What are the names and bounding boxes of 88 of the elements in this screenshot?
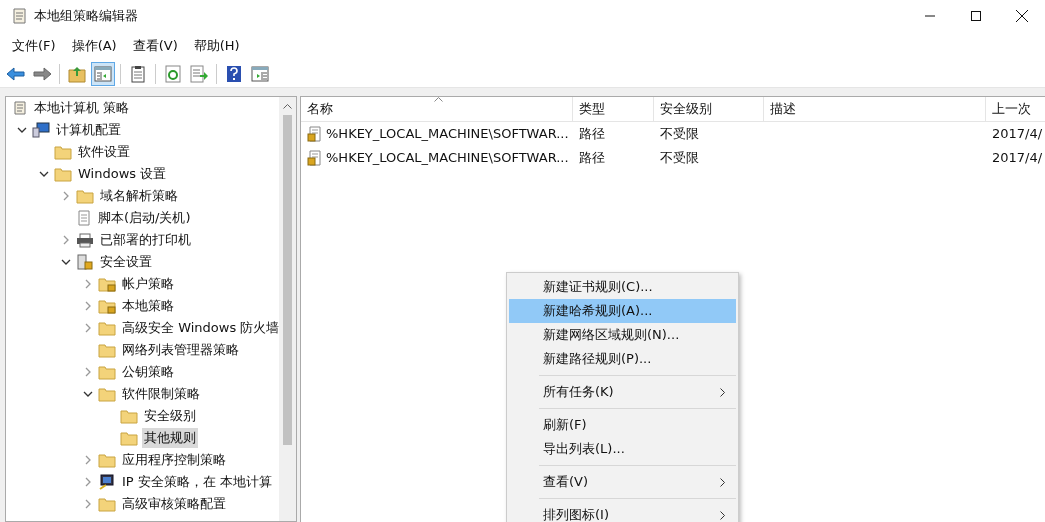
tree-item[interactable]: 帐户策略: [120, 274, 176, 294]
tree-item[interactable]: 高级审核策略配置: [120, 494, 228, 514]
folder-icon: [98, 320, 116, 336]
tree-item[interactable]: 本地计算机 策略: [32, 98, 132, 118]
folder-icon: [120, 430, 138, 446]
table-cell[interactable]: %HKEY_LOCAL_MACHINE\SOFTWAR...: [326, 124, 569, 144]
tree-item[interactable]: 软件限制策略: [120, 384, 202, 404]
column-header[interactable]: 名称: [301, 97, 573, 121]
menu-item[interactable]: 新建哈希规则(A)...: [509, 299, 736, 323]
tree-item[interactable]: 安全设置: [98, 252, 154, 272]
folder-icon: [54, 144, 72, 160]
menu-item[interactable]: 新建证书规则(C)...: [509, 275, 736, 299]
table-cell-text: 2017/4/: [991, 149, 1044, 168]
maximize-icon: [971, 11, 981, 21]
menu-item[interactable]: 查看(V): [509, 470, 736, 494]
menu-item[interactable]: 所有任务(K): [509, 380, 736, 404]
collapsed-chevron-icon[interactable]: [83, 279, 93, 289]
document-lock-icon: [307, 150, 323, 166]
menu-item[interactable]: 操作(A): [63, 36, 125, 56]
collapsed-chevron-icon[interactable]: [83, 455, 93, 465]
menu-item[interactable]: 帮助(H): [185, 36, 248, 56]
tree-item[interactable]: Windows 设置: [76, 164, 169, 184]
scroll-up-icon[interactable]: [283, 103, 292, 109]
menu-item[interactable]: 文件(F): [4, 36, 64, 56]
scroll-icon: [12, 100, 28, 116]
printer-icon: [76, 232, 94, 248]
tree-item[interactable]: 应用程序控制策略: [120, 450, 228, 470]
tree-item[interactable]: 计算机配置: [54, 120, 123, 140]
computer-key-icon: [98, 474, 116, 490]
expanded-chevron-icon[interactable]: [39, 169, 49, 179]
tree-item[interactable]: 本地策略: [120, 296, 176, 316]
column-header[interactable]: 上一次: [986, 97, 1045, 121]
tree-item[interactable]: 网络列表管理器策略: [120, 340, 241, 360]
collapsed-chevron-icon[interactable]: [83, 301, 93, 311]
table-cell-text: 不受限: [659, 149, 700, 168]
menu-item[interactable]: 刷新(F): [509, 413, 736, 437]
tree-item[interactable]: 软件设置: [76, 142, 132, 162]
expanded-chevron-icon[interactable]: [17, 125, 27, 135]
folder-icon: [98, 386, 116, 402]
computer-icon: [32, 122, 50, 138]
table-cell-text: 不受限: [659, 125, 700, 144]
expanded-chevron-icon[interactable]: [61, 257, 71, 267]
tree-item[interactable]: 安全级别: [142, 406, 198, 426]
submenu-chevron-icon: [720, 387, 726, 397]
collapsed-chevron-icon[interactable]: [83, 367, 93, 377]
table-cell[interactable]: %HKEY_LOCAL_MACHINE\SOFTWAR...: [326, 148, 569, 168]
collapsed-chevron-icon[interactable]: [83, 477, 93, 487]
collapsed-chevron-icon[interactable]: [61, 191, 71, 201]
submenu-chevron-icon: [720, 477, 726, 487]
tree-item[interactable]: 其他规则: [142, 428, 198, 448]
menu-item[interactable]: 新建路径规则(P)...: [509, 347, 736, 371]
table-cell-text: 路径: [578, 149, 606, 168]
window-title: 本地组策略编辑器: [34, 7, 138, 26]
locked-folder-icon: [98, 298, 116, 314]
scrollbar[interactable]: [279, 97, 296, 521]
tree-item[interactable]: IP 安全策略，在 本地计算: [120, 472, 274, 492]
expanded-chevron-icon[interactable]: [83, 389, 93, 399]
tree-item[interactable]: 公钥策略: [120, 362, 176, 382]
document-icon: [76, 210, 92, 226]
folder-icon: [98, 496, 116, 512]
collapsed-chevron-icon[interactable]: [83, 499, 93, 509]
tree-item[interactable]: 已部署的打印机: [98, 230, 193, 250]
close-icon: [1016, 10, 1028, 22]
submenu-chevron-icon: [720, 510, 726, 520]
tree-item[interactable]: 高级安全 Windows 防火墙: [120, 318, 279, 338]
folder-icon: [76, 188, 94, 204]
menu-item[interactable]: 新建网络区域规则(N)...: [509, 323, 736, 347]
menu-item[interactable]: 排列图标(I): [509, 503, 736, 522]
folder-icon: [98, 342, 116, 358]
collapsed-chevron-icon[interactable]: [61, 235, 71, 245]
folder-icon: [120, 408, 138, 424]
menu-item[interactable]: 导出列表(L)...: [509, 437, 736, 461]
tree-item[interactable]: 脚本(启动/关机): [96, 208, 193, 228]
scroll-icon: [10, 7, 28, 25]
server-lock-icon: [76, 254, 94, 270]
folder-icon: [98, 452, 116, 468]
table-cell-text: 2017/4/: [991, 125, 1044, 144]
folder-icon: [54, 166, 72, 182]
column-header[interactable]: 类型: [573, 97, 654, 121]
folder-icon: [98, 364, 116, 380]
menu-item[interactable]: 查看(V): [124, 36, 186, 56]
locked-folder-icon: [98, 276, 116, 292]
document-lock-icon: [307, 126, 323, 142]
column-header[interactable]: 描述: [764, 97, 986, 121]
column-header[interactable]: 安全级别: [654, 97, 764, 121]
table-cell-text: 路径: [578, 125, 606, 144]
tree-item[interactable]: 域名解析策略: [98, 186, 180, 206]
collapsed-chevron-icon[interactable]: [83, 323, 93, 333]
